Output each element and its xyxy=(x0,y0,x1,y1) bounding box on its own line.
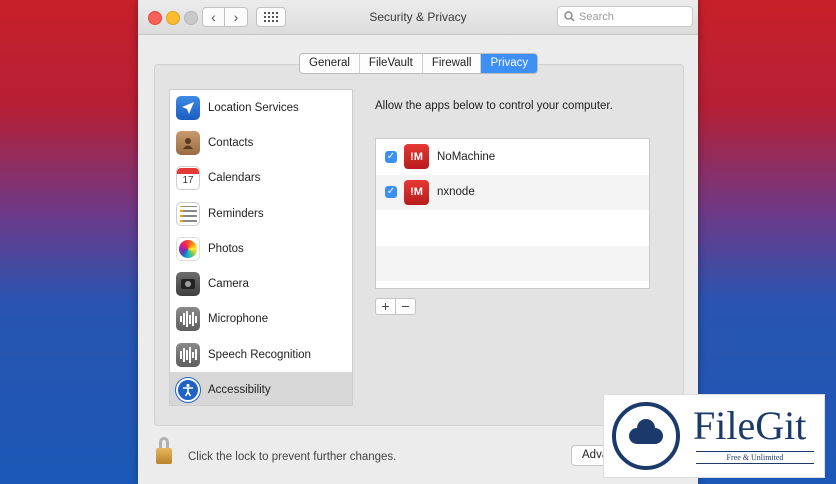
location-icon xyxy=(176,95,200,120)
filegit-logo-icon xyxy=(612,402,680,470)
minimize-window-button[interactable] xyxy=(166,11,180,25)
photos-icon xyxy=(176,236,200,261)
add-app-button[interactable]: + xyxy=(376,299,396,314)
empty-row xyxy=(376,210,649,246)
sidebar-item-calendars[interactable]: 17 Calendars xyxy=(170,161,352,196)
calendar-icon: 17 xyxy=(176,166,200,191)
search-field[interactable] xyxy=(557,6,693,27)
tab-privacy[interactable]: Privacy xyxy=(481,54,538,73)
app-checkbox[interactable]: ✓ xyxy=(385,186,397,199)
tab-filevault[interactable]: FileVault xyxy=(360,54,423,73)
sidebar-item-label: Accessibility xyxy=(208,384,271,397)
filegit-watermark: FileGit Free & Unlimited xyxy=(603,394,825,478)
list-item[interactable]: ✓ !M NoMachine xyxy=(376,139,649,175)
sidebar-item-camera[interactable]: Camera xyxy=(170,266,352,301)
remove-app-button[interactable]: − xyxy=(396,299,415,314)
sidebar-item-speech-recognition[interactable]: Speech Recognition xyxy=(170,337,352,372)
sidebar-item-label: Reminders xyxy=(208,207,264,220)
forward-button[interactable]: › xyxy=(225,7,248,27)
app-list: ✓ !M NoMachine ✓ !M nxnode xyxy=(375,138,650,289)
nxnode-app-icon: !M xyxy=(404,179,429,205)
app-checkbox[interactable]: ✓ xyxy=(385,150,397,163)
instruction-text: Allow the apps below to control your com… xyxy=(375,100,613,112)
title-bar: ‹ › Security & Privacy xyxy=(138,0,698,35)
lock-status-text: Click the lock to prevent further change… xyxy=(188,451,397,463)
reminders-icon xyxy=(176,201,200,226)
empty-row xyxy=(376,245,649,281)
add-remove-control: + − xyxy=(375,298,416,315)
camera-icon xyxy=(176,272,200,297)
contacts-icon xyxy=(176,130,200,155)
sidebar-item-reminders[interactable]: Reminders xyxy=(170,196,352,231)
speech-recognition-icon xyxy=(176,342,200,367)
tab-firewall[interactable]: Firewall xyxy=(423,54,482,73)
sidebar-item-label: Camera xyxy=(208,278,249,291)
watermark-tagline: Free & Unlimited xyxy=(696,451,814,464)
sidebar-item-contacts[interactable]: Contacts xyxy=(170,125,352,160)
microphone-icon xyxy=(176,307,200,332)
close-window-button[interactable] xyxy=(148,11,162,25)
accessibility-icon xyxy=(176,378,200,403)
tab-bar: General FileVault Firewall Privacy xyxy=(299,53,539,74)
nomachine-app-icon: !M xyxy=(404,144,429,170)
grid-icon xyxy=(264,12,278,22)
lock-icon[interactable] xyxy=(156,437,178,467)
sidebar-item-photos[interactable]: Photos xyxy=(170,231,352,266)
sidebar-item-location-services[interactable]: Location Services xyxy=(170,90,352,125)
privacy-category-list: Location Services Contacts 17 Calendars … xyxy=(169,89,353,406)
sidebar-item-label: Calendars xyxy=(208,172,261,185)
search-input[interactable] xyxy=(579,10,679,23)
sidebar-item-accessibility[interactable]: Accessibility xyxy=(170,372,352,405)
list-item[interactable]: ✓ !M nxnode xyxy=(376,174,649,210)
back-button[interactable]: ‹ xyxy=(202,7,225,27)
sidebar-item-label: Microphone xyxy=(208,313,269,326)
watermark-name: FileGit xyxy=(693,403,807,448)
app-name: NoMachine xyxy=(437,150,496,163)
search-icon xyxy=(564,11,575,22)
window-title: Security & Privacy xyxy=(369,10,467,24)
chevron-left-icon: ‹ xyxy=(211,9,216,25)
zoom-window-button[interactable] xyxy=(184,11,198,25)
sidebar-item-microphone[interactable]: Microphone xyxy=(170,302,352,337)
show-all-button[interactable] xyxy=(256,7,286,27)
sidebar-item-label: Photos xyxy=(208,242,244,255)
chevron-right-icon: › xyxy=(233,9,239,25)
sidebar-item-label: Contacts xyxy=(208,136,254,149)
accessibility-detail-pane: Allow the apps below to control your com… xyxy=(362,89,665,406)
app-name: nxnode xyxy=(437,186,475,199)
sidebar-item-label: Location Services xyxy=(208,101,299,114)
sidebar-item-label: Speech Recognition xyxy=(208,348,311,361)
tab-general[interactable]: General xyxy=(300,54,360,73)
